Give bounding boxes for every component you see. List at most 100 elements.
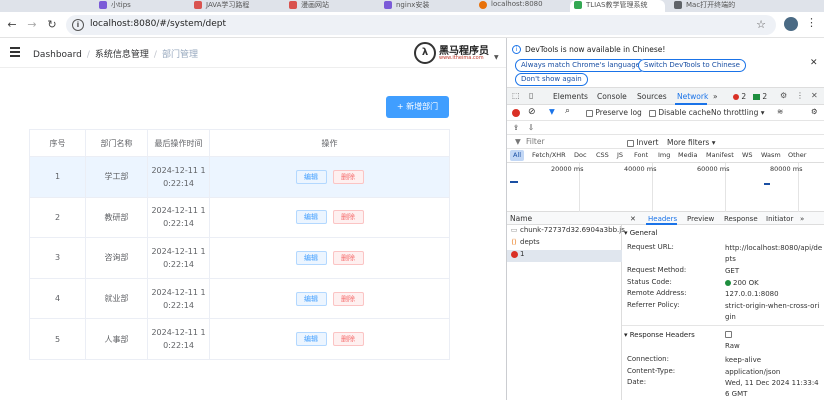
dont-show-again-button[interactable]: Don't show again — [515, 73, 588, 86]
filter-media[interactable]: Media — [675, 150, 701, 161]
tab-initiator[interactable]: Initiator — [766, 215, 793, 223]
reload-icon[interactable]: ↻ — [44, 17, 60, 33]
checkbox[interactable] — [627, 139, 634, 147]
delete-button[interactable]: 删除 — [332, 291, 364, 306]
filter-doc[interactable]: Doc — [571, 150, 590, 161]
back-arrow-icon[interactable]: ← — [4, 17, 20, 33]
site-info-icon[interactable]: i — [72, 19, 84, 31]
bookmark-star-icon[interactable]: ☆ — [756, 18, 766, 31]
address-bar[interactable]: i localhost:8080/#/system/dept ☆ — [66, 15, 776, 35]
breadcrumb-dashboard[interactable]: Dashboard — [33, 50, 82, 60]
edit-button[interactable]: 编辑 — [295, 332, 327, 347]
delete-button[interactable]: 删除 — [332, 169, 364, 184]
delete-button[interactable]: 删除 — [332, 250, 364, 265]
close-details-icon[interactable]: ✕ — [630, 215, 636, 223]
error-counter[interactable]: 2 — [733, 92, 746, 101]
filter-img[interactable]: Img — [655, 150, 673, 161]
tab-sources[interactable]: Sources — [637, 92, 667, 101]
record-stop-icon[interactable] — [512, 109, 520, 117]
browser-tab[interactable]: 漫画网站 — [285, 0, 375, 12]
edit-button[interactable]: 编辑 — [295, 169, 327, 184]
filter-js[interactable]: JS — [614, 150, 626, 161]
close-devtools-icon[interactable]: ✕ — [811, 91, 818, 100]
more-tabs-chevron-icon[interactable]: » — [713, 92, 718, 101]
clear-icon[interactable]: ⊘ — [528, 107, 536, 117]
filter-manifest[interactable]: Manifest — [703, 150, 737, 161]
browser-toolbar: ← → ↻ i localhost:8080/#/system/dept ☆ ⋮ — [0, 12, 824, 38]
tab-headers[interactable]: Headers — [648, 215, 677, 223]
row-time-line2: 0:22:14 — [163, 219, 194, 229]
delete-button[interactable]: 删除 — [332, 332, 364, 347]
forward-arrow-icon[interactable]: → — [24, 17, 40, 33]
tab-response[interactable]: Response — [724, 215, 758, 223]
device-toggle-icon[interactable]: ▯ — [529, 91, 533, 100]
checkbox[interactable] — [586, 109, 593, 117]
brand-logo[interactable]: λ 黑马程序员 www.itheima.com — [414, 42, 496, 64]
response-headers-section-toggle[interactable]: ▾ Response Headers — [624, 331, 695, 339]
checkbox[interactable] — [725, 330, 732, 338]
edit-button[interactable]: 编辑 — [295, 210, 327, 225]
match-language-button[interactable]: Always match Chrome's language — [515, 59, 646, 72]
browser-tab[interactable]: nginx安装 — [380, 0, 470, 12]
tab-elements[interactable]: Elements — [553, 92, 588, 101]
devtools-menu-icon[interactable]: ⋮ — [796, 91, 804, 100]
disable-cache-checkbox[interactable]: Disable cache — [649, 108, 711, 117]
browser-tab[interactable]: localhost:8080 — [475, 0, 565, 12]
tab-preview[interactable]: Preview — [687, 215, 714, 223]
message-counter[interactable]: 2 — [753, 92, 767, 101]
request-row-selected[interactable]: 1 — [507, 250, 622, 262]
request-row[interactable]: ⟨⟩ depts — [507, 238, 622, 250]
filter-css[interactable]: CSS — [593, 150, 612, 161]
devtools-language-banner: i DevTools is now available in Chinese! … — [507, 38, 824, 88]
filter-other[interactable]: Other — [785, 150, 809, 161]
invert-checkbox[interactable]: Invert — [627, 138, 658, 147]
switch-to-chinese-button[interactable]: Switch DevTools to Chinese — [638, 59, 746, 72]
filter-font[interactable]: Font — [631, 150, 651, 161]
breadcrumb-current: 部门管理 — [161, 50, 198, 60]
export-har-icon[interactable]: ⇩ — [528, 123, 534, 132]
browser-tab-active[interactable]: TLIAS教学管理系统 — [570, 0, 665, 12]
tab-network[interactable]: Network — [677, 92, 708, 101]
filter-wasm[interactable]: Wasm — [758, 150, 784, 161]
timeline-label: 80000 ms — [770, 165, 803, 173]
add-department-button[interactable]: + 新增部门 — [386, 96, 449, 118]
filter-fetch-xhr[interactable]: Fetch/XHR — [529, 150, 569, 161]
profile-avatar[interactable] — [784, 17, 798, 31]
settings-gear-icon[interactable]: ⚙ — [780, 91, 787, 100]
search-icon[interactable]: ⌕ — [565, 106, 570, 116]
filter-input[interactable]: Filter — [526, 137, 545, 146]
network-conditions-icon[interactable]: ≋ — [777, 107, 783, 116]
filter-funnel-icon[interactable]: ▼ — [549, 107, 555, 116]
url-text[interactable]: localhost:8080/#/system/dept — [90, 19, 226, 29]
request-method-value: GET — [725, 267, 740, 275]
tab-console[interactable]: Console — [597, 92, 627, 101]
edit-button[interactable]: 编辑 — [295, 250, 327, 265]
general-section-toggle[interactable]: ▾ General — [624, 229, 657, 237]
user-dropdown-caret-icon[interactable]: ▼ — [494, 54, 499, 61]
browser-tab[interactable]: 小tips — [95, 0, 185, 12]
network-settings-gear-icon[interactable]: ⚙ — [811, 107, 818, 116]
request-row[interactable]: ▭ chunk-72737d32.6904a3bb.js — [507, 226, 625, 238]
more-filters-dropdown[interactable]: More filters ▾ — [667, 138, 716, 147]
throttling-select[interactable]: No throttling ▾ — [711, 108, 765, 117]
preserve-log-checkbox[interactable]: Preserve log — [586, 108, 642, 117]
filter-all[interactable]: All — [510, 150, 525, 161]
filter-ws[interactable]: WS — [739, 150, 756, 161]
more-detail-tabs-chevron-icon[interactable]: » — [800, 215, 804, 223]
browser-menu-icon[interactable]: ⋮ — [806, 16, 817, 29]
close-banner-icon[interactable]: ✕ — [810, 58, 818, 68]
browser-tab[interactable]: JAVA学习路程 — [190, 0, 280, 12]
network-timeline-overview[interactable]: 20000 ms 40000 ms 60000 ms 80000 ms — [507, 163, 824, 212]
active-detail-tab-indicator — [646, 223, 677, 225]
edit-button[interactable]: 编辑 — [295, 291, 327, 306]
row-dept-name: 学工部 — [85, 156, 148, 198]
hamburger-menu-icon[interactable] — [10, 47, 20, 57]
browser-tab[interactable]: Mac打开终端的 — [670, 0, 765, 12]
import-har-icon[interactable]: ⇪ — [513, 123, 519, 132]
name-column-header[interactable]: Name — [510, 214, 532, 223]
raw-checkbox[interactable] — [725, 329, 732, 338]
breadcrumb-system[interactable]: 系统信息管理 — [95, 50, 149, 60]
inspect-element-icon[interactable]: ⬚ — [512, 91, 520, 100]
delete-button[interactable]: 删除 — [332, 210, 364, 225]
checkbox[interactable] — [649, 109, 656, 117]
